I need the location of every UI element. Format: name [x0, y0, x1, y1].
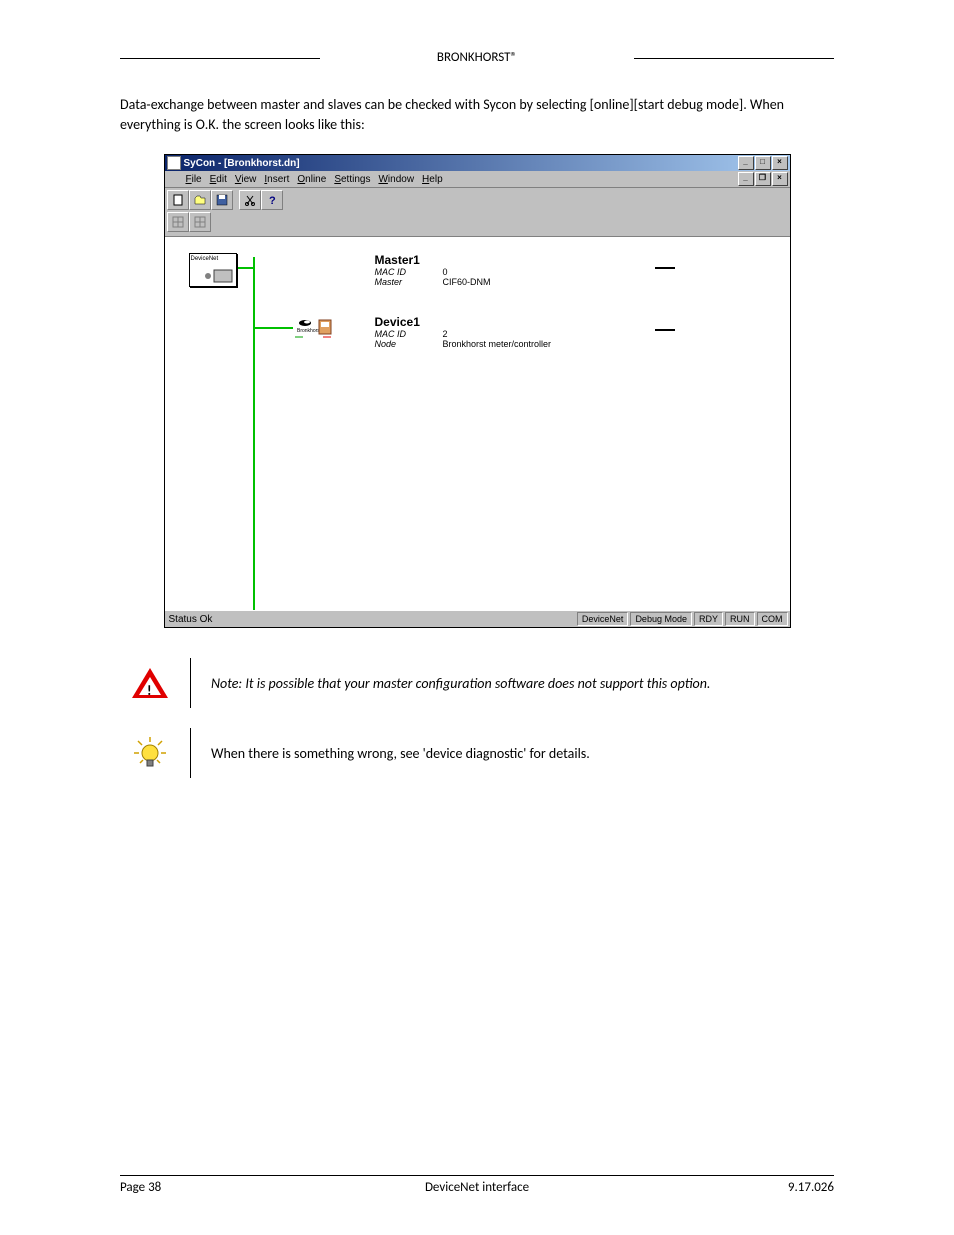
- app-icon: [167, 156, 181, 170]
- tip-note: When there is something wrong, see 'devi…: [120, 728, 834, 778]
- new-button[interactable]: [167, 190, 189, 210]
- close-button[interactable]: ×: [772, 156, 788, 170]
- minimize-button[interactable]: _: [738, 156, 754, 170]
- svg-text:?: ?: [269, 195, 276, 206]
- cut-icon: [244, 194, 256, 206]
- master-name: Master1: [375, 253, 491, 267]
- status-text: Status Ok: [167, 614, 575, 625]
- menu-file[interactable]: File: [186, 174, 202, 185]
- menu-edit[interactable]: Edit: [210, 174, 227, 185]
- menu-settings[interactable]: Settings: [334, 174, 370, 185]
- status-run: RUN: [725, 612, 755, 626]
- doc-close-button[interactable]: ×: [772, 172, 788, 186]
- master-macid-label: MAC ID: [375, 267, 443, 277]
- device-macid-value: 2: [443, 329, 448, 339]
- sycon-window: SyCon - [Bronkhorst.dn] _ □ × File Edit …: [164, 154, 791, 628]
- bus-branch: [253, 327, 293, 329]
- footer-page: Page 38: [120, 1180, 358, 1195]
- page-header: BRONKHORST®: [120, 50, 834, 65]
- svg-text:Bronkhorst: Bronkhorst: [297, 328, 322, 334]
- menu-view[interactable]: View: [235, 174, 257, 185]
- menu-online[interactable]: Online: [297, 174, 326, 185]
- help-icon: ?: [266, 194, 278, 206]
- bronkhorst-device-icon: Bronkhorst: [293, 317, 333, 339]
- floppy-icon: [216, 194, 228, 206]
- menu-window[interactable]: Window: [378, 174, 414, 185]
- master-box-label: DeviceNet: [191, 256, 219, 262]
- status-rdy: RDY: [694, 612, 723, 626]
- device-macid-label: MAC ID: [375, 329, 443, 339]
- open-folder-icon: [194, 194, 206, 206]
- footer-title: DeviceNet interface: [358, 1180, 596, 1195]
- status-mode: Debug Mode: [630, 612, 692, 626]
- tip-note-text: When there is something wrong, see 'devi…: [211, 745, 834, 762]
- lightbulb-icon: [132, 735, 168, 771]
- help-button[interactable]: ?: [261, 190, 283, 210]
- device-name: Device1: [375, 315, 552, 329]
- save-button[interactable]: [211, 190, 233, 210]
- menubar: File Edit View Insert Online Settings Wi…: [165, 171, 790, 188]
- warning-note: ! Note: It is possible that your master …: [120, 658, 834, 708]
- grid2-icon: [194, 216, 206, 228]
- device-node-value: Bronkhorst meter/controller: [443, 339, 552, 349]
- maximize-button[interactable]: □: [755, 156, 771, 170]
- menu-insert[interactable]: Insert: [264, 174, 289, 185]
- open-button[interactable]: [189, 190, 211, 210]
- master-macid-value: 0: [443, 267, 448, 277]
- warning-icon: !: [132, 668, 168, 698]
- tool-b-button[interactable]: [189, 212, 211, 232]
- master-node-box[interactable]: DeviceNet: [189, 253, 237, 287]
- device-connector: [655, 329, 675, 331]
- master-info: Master1 MAC ID 0 Master CIF60-DNM: [375, 253, 491, 287]
- device-info: Device1 MAC ID 2 Node Bronkhorst meter/c…: [375, 315, 552, 349]
- warning-note-text: Note: It is possible that your master co…: [211, 675, 834, 692]
- tool-a-button[interactable]: [167, 212, 189, 232]
- new-file-icon: [172, 194, 184, 206]
- device-node-label: Node: [375, 339, 443, 349]
- master-type-value: CIF60-DNM: [443, 277, 491, 287]
- cut-button[interactable]: [239, 190, 261, 210]
- statusbar: Status Ok DeviceNet Debug Mode RDY RUN C…: [165, 610, 790, 627]
- status-com: COM: [757, 612, 788, 626]
- menu-help[interactable]: Help: [422, 174, 443, 185]
- device-node-icon[interactable]: Bronkhorst: [293, 317, 333, 339]
- doc-minimize-button[interactable]: _: [738, 172, 754, 186]
- master-connector: [655, 267, 675, 269]
- titlebar: SyCon - [Bronkhorst.dn] _ □ ×: [165, 155, 790, 171]
- doc-restore-button[interactable]: ❐: [755, 172, 771, 186]
- footer-docnum: 9.17.026: [596, 1180, 834, 1195]
- bus-trunk: [253, 257, 255, 610]
- workspace[interactable]: DeviceNet Master1 MAC ID 0 Master CIF60-…: [165, 236, 790, 610]
- window-title: SyCon - [Bronkhorst.dn]: [184, 158, 300, 169]
- master-type-label: Master: [375, 277, 443, 287]
- devicenet-icon: [196, 266, 236, 286]
- doc-icon: [167, 174, 178, 185]
- status-protocol: DeviceNet: [577, 612, 629, 626]
- grid-icon: [172, 216, 184, 228]
- intro-paragraph: Data-exchange between master and slaves …: [120, 95, 834, 134]
- page-footer: Page 38 DeviceNet interface 9.17.026: [120, 1175, 834, 1195]
- brand-label: BRONKHORST®: [437, 50, 517, 65]
- toolbar-area: ?: [165, 188, 790, 236]
